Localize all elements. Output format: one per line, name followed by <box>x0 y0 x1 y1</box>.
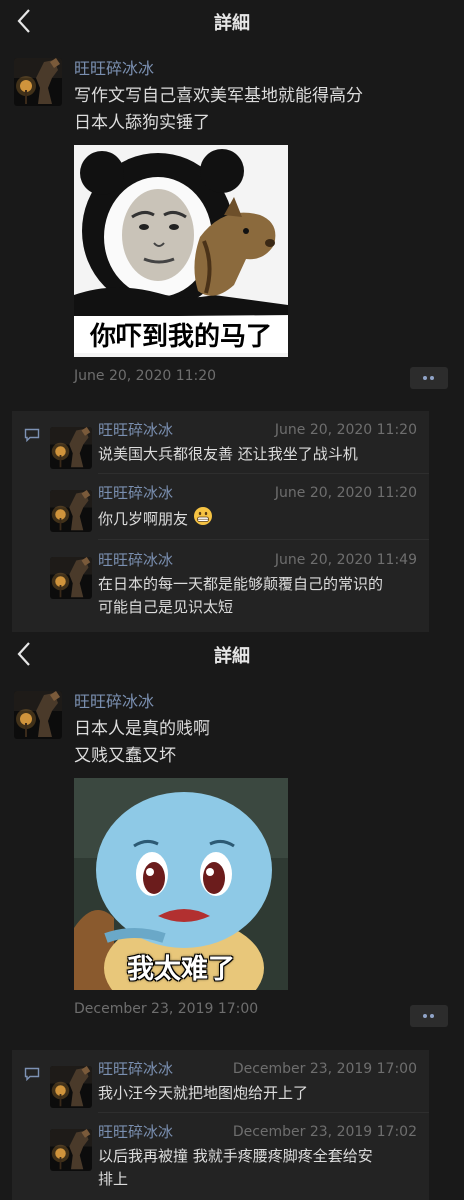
comment-date: June 20, 2020 11:49 <box>274 552 417 568</box>
avatar[interactable] <box>50 1066 92 1108</box>
post-text-line: 写作文写自己喜欢美军基地就能得高分 <box>74 86 363 106</box>
post-text-line: 日本人是真的贱啊 <box>74 719 210 739</box>
more-dots-icon[interactable] <box>410 367 448 389</box>
comment-text-line: 我小汪今天就把地图炮给开上了 <box>98 1084 309 1102</box>
comment-text-line: 排上 <box>98 1170 129 1188</box>
post-text-line: 日本人舔狗实锤了 <box>74 113 210 133</box>
divider <box>98 1112 429 1113</box>
avatar[interactable] <box>50 1129 92 1171</box>
comment-date: December 23, 2019 17:00 <box>232 1061 417 1077</box>
avatar[interactable] <box>50 427 92 469</box>
comment-text-line: 说美国大兵都很友善 还让我坐了战斗机 <box>98 445 358 463</box>
detail-screen-2: 詳細 旺旺碎冰冰 日本人是真的贱啊 又贱又蠢又坏 我太难了 December 2… <box>0 633 464 1200</box>
avatar[interactable] <box>50 490 92 532</box>
post-text: 写作文写自己喜欢美军基地就能得高分 日本人舔狗实锤了 <box>74 83 464 137</box>
comment-author[interactable]: 旺旺碎冰冰 <box>98 482 173 504</box>
post-image-panda-meme[interactable]: 你吓到我的马了 <box>74 145 288 357</box>
page-title: 詳細 <box>214 646 250 667</box>
post: 旺旺碎冰冰 日本人是真的贱啊 又贱又蠢又坏 我太难了 December 23, … <box>0 675 464 1018</box>
post-text-line: 又贱又蠢又坏 <box>74 746 176 766</box>
comment-text-line: 在日本的每一天都是能够颠覆自己的常识的 <box>98 575 384 593</box>
post-date: June 20, 2020 11:20 <box>74 368 217 384</box>
comment-text: 在日本的每一天都是能够颠覆自己的常识的 可能自己是见识太短 <box>98 573 417 619</box>
avatar[interactable] <box>14 58 62 106</box>
comment-list: 旺旺碎冰冰 June 20, 2020 11:20 说美国大兵都很友善 还让我坐… <box>12 411 429 632</box>
comment-author[interactable]: 旺旺碎冰冰 <box>98 1058 173 1080</box>
comment-text-line: 可能自己是见识太短 <box>98 598 234 616</box>
comment-text: 你几岁啊朋友 <box>98 506 417 533</box>
list-item: 旺旺碎冰冰 June 20, 2020 11:20 说美国大兵都很友善 还让我坐… <box>12 419 429 466</box>
comment-text: 说美国大兵都很友善 还让我坐了战斗机 <box>98 443 417 466</box>
page-title: 詳細 <box>214 13 250 34</box>
divider <box>98 539 429 540</box>
comment-list: 旺旺碎冰冰 December 23, 2019 17:00 我小汪今天就把地图炮… <box>12 1050 429 1200</box>
comment-text: 我小汪今天就把地图炮给开上了 <box>98 1082 417 1105</box>
avatar[interactable] <box>50 557 92 599</box>
post: 旺旺碎冰冰 写作文写自己喜欢美军基地就能得高分 日本人舔狗实锤了 你吓到我的马了… <box>0 42 464 385</box>
post-date: December 23, 2019 17:00 <box>74 1001 259 1017</box>
post-author[interactable]: 旺旺碎冰冰 <box>74 691 464 713</box>
comment-author[interactable]: 旺旺碎冰冰 <box>98 1121 173 1143</box>
comment-text-line: 你几岁啊朋友 <box>98 510 189 528</box>
comment-date: June 20, 2020 11:20 <box>274 485 417 501</box>
post-author[interactable]: 旺旺碎冰冰 <box>74 58 464 80</box>
avatar[interactable] <box>14 691 62 739</box>
image-caption: 我太难了 <box>127 954 235 985</box>
more-dots-icon[interactable] <box>410 1005 448 1027</box>
list-item: 旺旺碎冰冰 December 23, 2019 17:00 我小汪今天就把地图炮… <box>12 1058 429 1105</box>
comment-author[interactable]: 旺旺碎冰冰 <box>98 549 173 571</box>
navigation-bar: 詳細 <box>0 633 464 675</box>
post-text: 日本人是真的贱啊 又贱又蠢又坏 <box>74 716 464 770</box>
comment-text-line: 以后我再被撞 我就手疼腰疼脚疼全套给安 <box>98 1147 373 1165</box>
divider <box>98 473 429 474</box>
image-caption: 你吓到我的马了 <box>74 316 288 353</box>
post-image-squirtle-meme[interactable]: 我太难了 <box>74 778 288 990</box>
comment-date: June 20, 2020 11:20 <box>274 422 417 438</box>
list-item: 旺旺碎冰冰 June 20, 2020 11:20 你几岁啊朋友 <box>12 482 429 533</box>
navigation-bar: 詳細 <box>0 0 464 42</box>
comment-author[interactable]: 旺旺碎冰冰 <box>98 419 173 441</box>
list-item: 旺旺碎冰冰 June 20, 2020 11:49 在日本的每一天都是能够颠覆自… <box>12 549 429 619</box>
comment-date: December 23, 2019 17:02 <box>232 1124 417 1140</box>
list-item: 旺旺碎冰冰 December 23, 2019 17:02 以后我再被撞 我就手… <box>12 1121 429 1191</box>
comment-text: 以后我再被撞 我就手疼腰疼脚疼全套给安 排上 <box>98 1145 417 1191</box>
grin-emoji <box>193 506 213 533</box>
detail-screen-1: 詳細 旺旺碎冰冰 写作文写自己喜欢美军基地就能得高分 日本人舔狗实锤了 你吓到我… <box>0 0 464 632</box>
